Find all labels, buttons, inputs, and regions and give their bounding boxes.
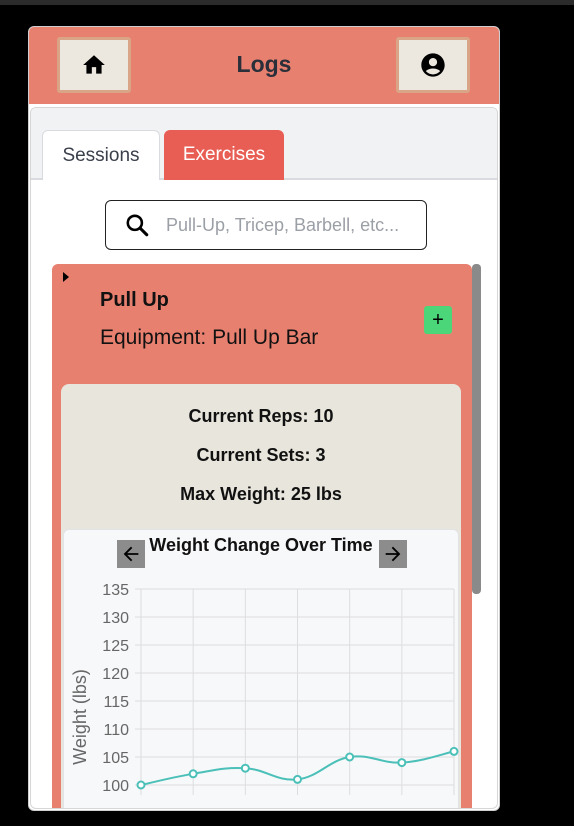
stats-panel: Current Reps: 10 Current Sets: 3 Max Weigh…	[61, 384, 461, 808]
add-button[interactable]: +	[424, 306, 452, 334]
tab-exercises[interactable]: Exercises	[164, 130, 284, 180]
y-axis-label: Weight (lbs)	[70, 669, 90, 765]
header-bar: Logs	[29, 27, 499, 104]
equipment-label: Equipment:	[100, 326, 207, 349]
search-input[interactable]	[166, 214, 416, 236]
window-top-edge	[0, 0, 574, 5]
equipment-value: Pull Up Bar	[212, 326, 319, 349]
data-point	[397, 758, 407, 768]
search-icon	[126, 214, 149, 237]
exercise-equipment: Equipment: Pull Up Bar	[100, 326, 318, 350]
current-sets: Current Sets: 3	[196, 445, 326, 465]
logs-content: Sessions Exercises Pull Up Equipment:Pul…	[30, 107, 498, 809]
data-point	[293, 774, 302, 784]
weight-chart: Weight Change Over Time 100 105 110 115 120 1…	[63, 529, 459, 808]
search-box	[105, 200, 427, 250]
scrollbar[interactable]	[472, 264, 481, 594]
y-tick-label: 110	[103, 722, 129, 739]
data-point	[345, 752, 355, 762]
exercise-name: Pull Up	[100, 289, 169, 311]
data-point	[188, 769, 198, 779]
collapse-toggle-icon[interactable]	[63, 272, 69, 282]
y-tick-label: 105	[102, 750, 129, 767]
account-circle-icon	[421, 53, 445, 77]
exercise-card: Pull Up Equipment: Pull Up Bar + Current …	[52, 264, 472, 808]
y-tick-label: 115	[103, 694, 129, 711]
scrollbar-thumb[interactable]	[472, 264, 481, 594]
data-point	[240, 763, 250, 773]
chart-plot: 100 105 110 115 120 125 130 135 Weight (lbs)	[70, 582, 459, 795]
y-tick-label: 130	[102, 610, 129, 627]
profile-button[interactable]	[396, 37, 470, 93]
y-tick-label: 125	[102, 638, 129, 655]
data-point	[449, 746, 459, 756]
tab-sessions[interactable]: Sessions	[42, 130, 160, 180]
logs-app: Logs Sessions Exercises Pull Up Equipmen…	[28, 26, 500, 811]
y-tick-label: 120	[102, 666, 129, 683]
tab-bar: Sessions Exercises	[31, 108, 497, 180]
max-weight: Max Weight: 25 lbs	[180, 484, 342, 504]
current-reps: Current Reps: 10	[188, 406, 334, 426]
data-point	[136, 780, 146, 790]
y-tick-label: 135	[102, 582, 129, 599]
y-tick-label: 100	[102, 778, 129, 795]
